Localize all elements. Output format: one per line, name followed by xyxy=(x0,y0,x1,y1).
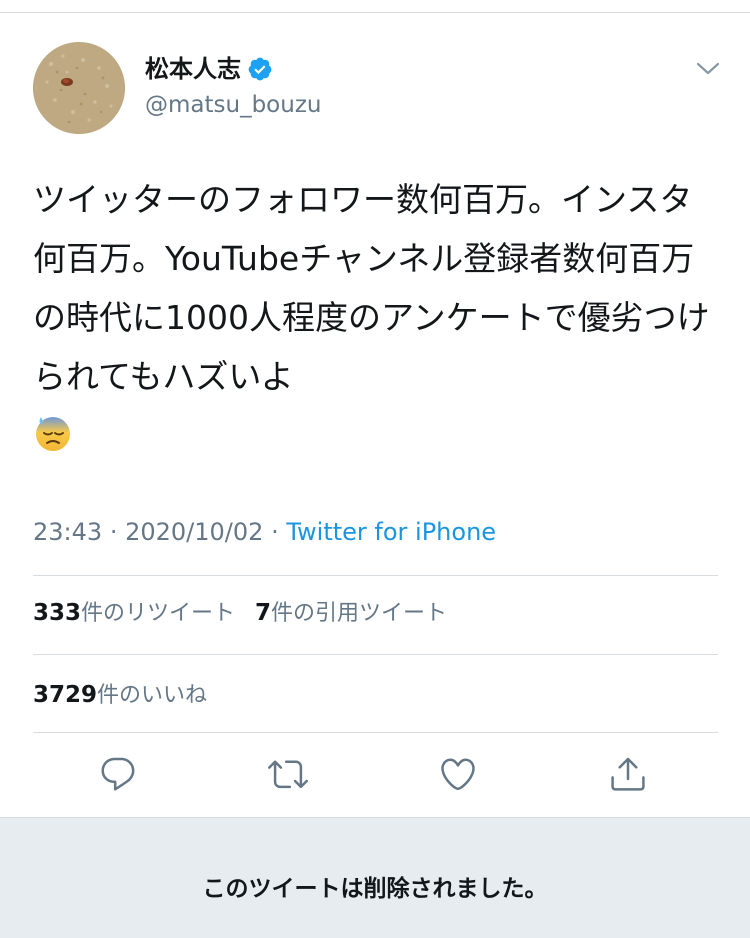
tweet-source-link[interactable]: Twitter for iPhone xyxy=(286,518,496,546)
share-icon xyxy=(608,754,648,798)
deleted-tweet-notice: このツイートは削除されました。 xyxy=(0,817,750,938)
likes-label: 件のいいね xyxy=(97,683,208,708)
retweets-stat[interactable]: 333件のリツイート xyxy=(33,600,236,626)
like-icon xyxy=(438,754,478,798)
likes-count: 3729 xyxy=(33,682,98,708)
likes-stat[interactable]: 3729件のいいね xyxy=(33,682,208,708)
meta-separator: · xyxy=(109,518,118,546)
divider xyxy=(33,575,718,576)
meta-separator-2: · xyxy=(271,518,279,546)
likes-stats-row: 3729件のいいね xyxy=(33,675,207,715)
tweet-body: ツイッターのフォロワー数何百万。インスタ何百万。YouTubeチャンネル登録者数… xyxy=(33,180,710,396)
verified-badge-icon xyxy=(247,56,273,82)
downcast-face-with-sweat-icon xyxy=(33,412,73,452)
reply-icon xyxy=(98,754,138,798)
display-name[interactable]: 松本人志 xyxy=(145,52,241,86)
retweet-stats-row: 333件のリツイート 7件の引用ツイート xyxy=(33,593,447,633)
share-button[interactable] xyxy=(604,752,652,800)
avatar[interactable] xyxy=(33,42,125,134)
retweets-label: 件のリツイート xyxy=(81,601,236,626)
tweet-time: 23:43 xyxy=(33,518,103,546)
action-bar xyxy=(0,748,750,804)
like-button[interactable] xyxy=(434,752,482,800)
chevron-down-icon[interactable] xyxy=(693,57,723,79)
divider xyxy=(33,732,718,733)
top-divider xyxy=(0,12,750,13)
retweets-count: 333 xyxy=(33,600,82,626)
quotes-stat[interactable]: 7件の引用ツイート xyxy=(255,600,448,626)
quotes-count: 7 xyxy=(255,600,272,626)
reply-button[interactable] xyxy=(94,752,142,800)
divider xyxy=(33,654,718,655)
tweet-date: 2020/10/02 xyxy=(125,518,264,546)
name-row: 松本人志 xyxy=(145,52,273,86)
tweet-meta: 23:43 · 2020/10/02 · Twitter for iPhone xyxy=(33,512,496,552)
retweet-icon xyxy=(268,754,308,798)
deleted-tweet-text: このツイートは削除されました。 xyxy=(202,876,548,902)
quotes-label: 件の引用ツイート xyxy=(271,601,448,626)
retweet-button[interactable] xyxy=(264,752,312,800)
tweet-header: 松本人志 @matsu_bouzu xyxy=(33,42,723,134)
user-handle[interactable]: @matsu_bouzu xyxy=(145,90,321,120)
tweet-text: ツイッターのフォロワー数何百万。インスタ何百万。YouTubeチャンネル登録者数… xyxy=(33,170,723,465)
